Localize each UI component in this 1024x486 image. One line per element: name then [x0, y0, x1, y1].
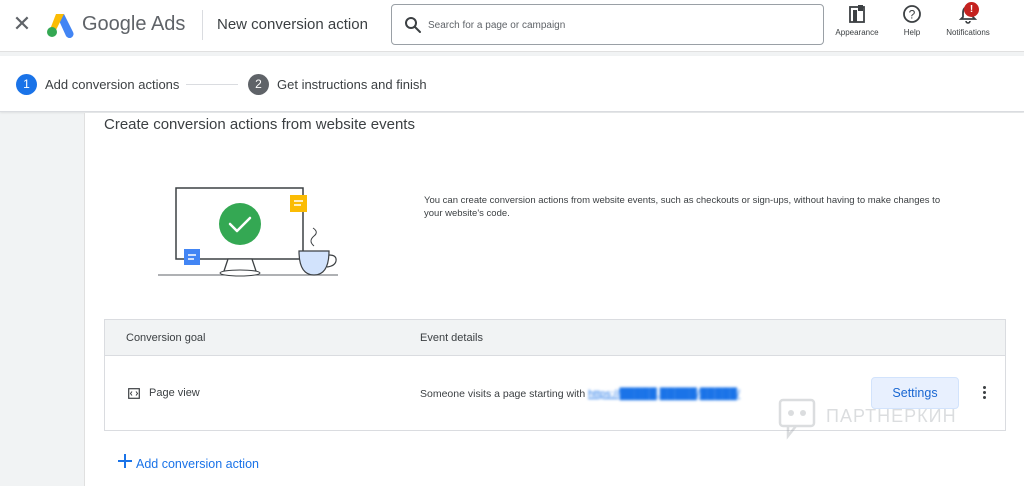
search-box[interactable] [391, 4, 824, 45]
step-2-number: 2 [248, 74, 269, 95]
brand-name: Google Ads [82, 13, 186, 35]
top-app-bar: ✕ Google Ads New conversion action Appea… [0, 0, 1024, 52]
event-details-prefix: Someone visits a page starting with [420, 388, 589, 400]
intro-text: You can create conversion actions from w… [424, 195, 941, 219]
watermark-text: ПАРТНЕРКИН [826, 406, 957, 426]
help-label: Help [903, 28, 921, 37]
search-input[interactable] [428, 15, 808, 35]
search-icon [405, 17, 421, 33]
appearance-button[interactable]: Appearance [834, 4, 880, 37]
step-connector [186, 84, 238, 85]
notifications-button[interactable]: ! Notifications [942, 2, 994, 37]
event-details: Someone visits a page starting with http… [420, 388, 740, 400]
step-2-label: Get instructions and finish [277, 77, 427, 92]
step-1-label: Add conversion actions [45, 77, 180, 92]
table-header: Conversion goal Event details [105, 320, 1005, 356]
notification-badge: ! [964, 2, 979, 17]
progress-stepper: 1 Add conversion actions 2 Get instructi… [0, 56, 1024, 112]
column-header-event-details: Event details [420, 332, 483, 344]
watermark-logo-icon [778, 398, 816, 440]
notifications-label: Notifications [946, 28, 990, 37]
column-header-conversion-goal: Conversion goal [126, 332, 206, 344]
help-icon: ? [903, 5, 921, 23]
page-view-icon [128, 388, 140, 399]
add-icon[interactable] [118, 454, 132, 468]
add-conversion-action-link[interactable]: Add conversion action [136, 457, 259, 471]
close-icon[interactable]: ✕ [10, 12, 34, 36]
header-divider [202, 10, 203, 40]
page-title: New conversion action [217, 16, 368, 33]
step-1-number: 1 [16, 74, 37, 95]
watermark: ПАРТНЕРКИН [778, 398, 988, 440]
google-ads-logo-icon [47, 14, 74, 38]
appearance-icon [849, 5, 865, 23]
appearance-label: Appearance [835, 28, 879, 37]
section-title: Create conversion actions from website e… [104, 116, 415, 133]
event-url-link[interactable]: https://█████.█████/█████/ [588, 388, 740, 400]
website-events-illustration [158, 187, 338, 277]
svg-text:?: ? [909, 8, 916, 22]
help-button[interactable]: ? Help [898, 4, 926, 37]
conversion-goal-label: Page view [149, 387, 200, 399]
